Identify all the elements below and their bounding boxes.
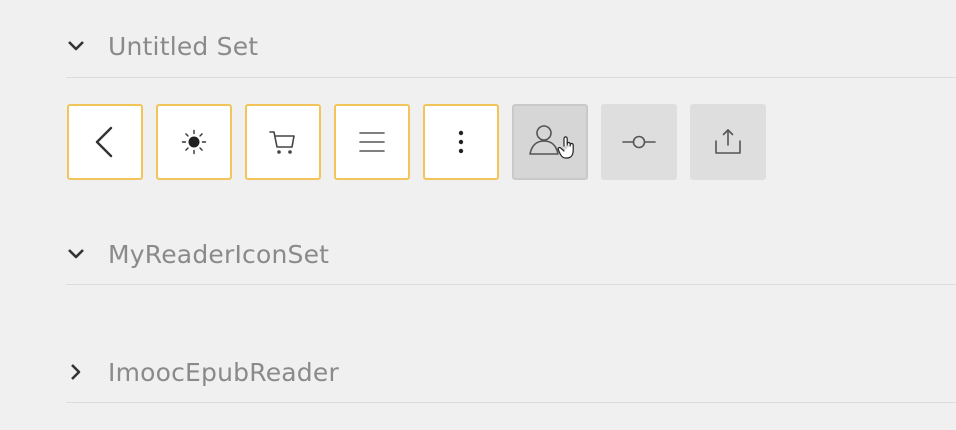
more-vertical-icon: [451, 127, 471, 157]
commit-icon: [619, 132, 659, 152]
share-upload-icon: [711, 125, 745, 159]
hand-cursor-icon: [557, 136, 574, 159]
menu-icon: [355, 125, 389, 159]
icon-tile-commit[interactable]: [601, 104, 677, 180]
shopping-cart-icon: [266, 125, 300, 159]
set-header-myreadericonset[interactable]: MyReaderIconSet: [66, 236, 956, 272]
icon-tile-chevron-left[interactable]: [67, 104, 143, 180]
chevron-down-icon: [66, 34, 90, 58]
chevron-left-icon: [85, 122, 125, 162]
icon-tile-menu[interactable]: [334, 104, 410, 180]
chevron-down-icon: [66, 242, 90, 266]
icon-tile-brightness[interactable]: [156, 104, 232, 180]
set-header-untitled[interactable]: Untitled Set: [66, 28, 956, 64]
divider: [66, 77, 956, 78]
set-title: ImoocEpubReader: [108, 357, 339, 387]
icon-grid: [67, 104, 779, 180]
user-icon: [522, 120, 578, 164]
icon-tile-shopping-cart[interactable]: [245, 104, 321, 180]
set-title: MyReaderIconSet: [108, 239, 330, 269]
divider: [66, 284, 956, 285]
divider: [66, 402, 956, 403]
icon-tile-share-upload[interactable]: [690, 104, 766, 180]
icon-tile-user[interactable]: [512, 104, 588, 180]
set-title: Untitled Set: [108, 31, 259, 61]
chevron-right-icon: [66, 360, 90, 384]
brightness-icon: [179, 127, 209, 157]
icon-set-manager: Untitled Set MyReaderIconSet ImoocEpubRe…: [0, 0, 956, 430]
set-header-imoocepubreader[interactable]: ImoocEpubReader: [66, 354, 956, 390]
icon-tile-more-vertical[interactable]: [423, 104, 499, 180]
